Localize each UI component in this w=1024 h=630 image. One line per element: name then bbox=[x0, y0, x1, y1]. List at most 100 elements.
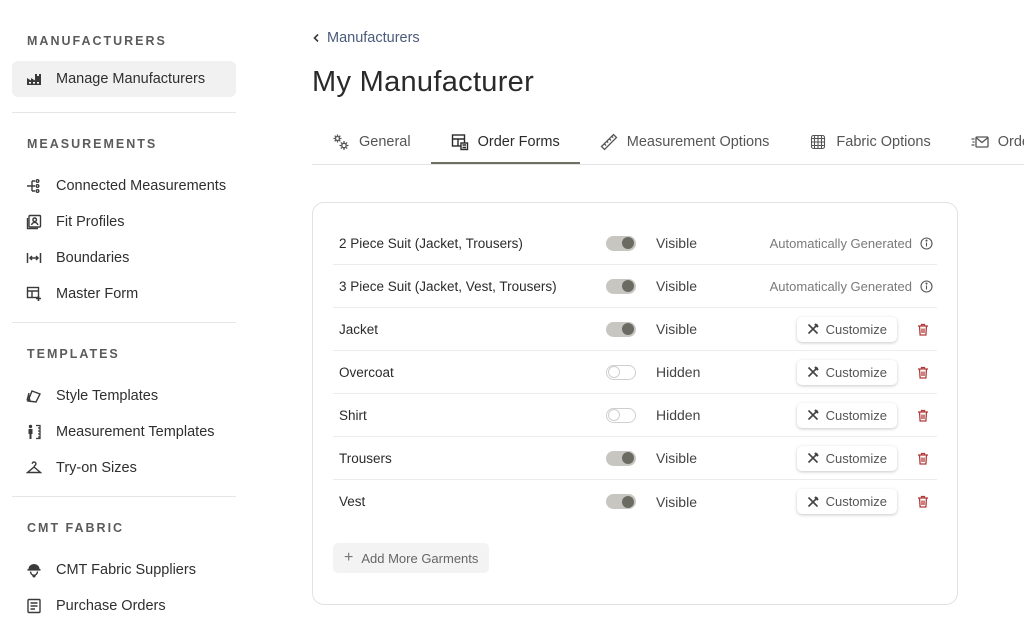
tab-measurement-options[interactable]: Measurement Options bbox=[580, 120, 790, 164]
tools-icon bbox=[807, 366, 819, 378]
auto-generated-note: Automatically Generated bbox=[770, 236, 933, 251]
trash-icon[interactable] bbox=[917, 409, 929, 422]
tree-connect-icon bbox=[26, 178, 42, 194]
tab-label: Order Forms bbox=[477, 134, 560, 150]
visibility-toggle[interactable] bbox=[606, 450, 636, 466]
tab-label: Order Se bbox=[997, 134, 1024, 150]
visibility-status: Visible bbox=[656, 450, 697, 466]
sidebar-item-fit-profiles[interactable]: Fit Profiles bbox=[12, 204, 236, 240]
sidebar-item-measurement-templates[interactable]: Measurement Templates bbox=[12, 414, 236, 450]
sidebar-item-cmt-fabric-suppliers[interactable]: CMT Fabric Suppliers bbox=[12, 552, 236, 588]
profile-card-icon bbox=[26, 214, 42, 230]
customize-label: Customize bbox=[825, 407, 887, 423]
ruler-icon bbox=[600, 133, 618, 151]
visibility-status: Hidden bbox=[656, 407, 701, 423]
table-row: Jacket Visible Customize bbox=[333, 308, 937, 351]
table-row: Vest Visible Customize bbox=[333, 480, 937, 523]
garment-name: 2 Piece Suit (Jacket, Trousers) bbox=[339, 235, 523, 251]
tab-order-forms[interactable]: Order Forms bbox=[430, 120, 580, 164]
toggle-knob bbox=[608, 366, 620, 378]
trash-icon[interactable] bbox=[917, 366, 929, 379]
tab-general[interactable]: General bbox=[312, 120, 431, 164]
sidebar-item-label: Fit Profiles bbox=[56, 214, 125, 230]
plus-icon: + bbox=[344, 549, 354, 566]
hanger-icon bbox=[26, 460, 42, 476]
sidebar-item-label: Master Form bbox=[56, 286, 139, 302]
sidebar-item-try-on-sizes[interactable]: Try-on Sizes bbox=[12, 450, 236, 486]
form-table-icon bbox=[451, 133, 469, 151]
tools-icon bbox=[807, 409, 819, 421]
visibility-status: Visible bbox=[656, 321, 697, 337]
section-title: MANUFACTURERS bbox=[27, 34, 167, 48]
sidebar-item-boundaries[interactable]: Boundaries bbox=[12, 240, 236, 276]
info-icon[interactable] bbox=[920, 279, 933, 293]
visibility-toggle[interactable] bbox=[606, 235, 636, 251]
sidebar-item-label: CMT Fabric Suppliers bbox=[56, 562, 196, 578]
tools-icon bbox=[807, 323, 819, 335]
section-title: MEASUREMENTS bbox=[27, 137, 158, 151]
table-plus-icon bbox=[26, 286, 42, 302]
breadcrumb-label: Manufacturers bbox=[327, 30, 420, 46]
tab-label: General bbox=[359, 134, 411, 150]
tab-fabric-options[interactable]: Fabric Options bbox=[789, 120, 950, 164]
sidebar-item-connected-measurements[interactable]: Connected Measurements bbox=[12, 168, 236, 204]
supplier-icon bbox=[26, 562, 42, 578]
tab-order-settings[interactable]: Order Se bbox=[951, 120, 1024, 164]
trash-icon[interactable] bbox=[917, 323, 929, 336]
visibility-toggle[interactable] bbox=[606, 364, 636, 380]
add-more-garments-button[interactable]: + Add More Garments bbox=[333, 543, 490, 573]
tab-label: Measurement Options bbox=[626, 134, 770, 150]
visibility-status: Visible bbox=[656, 278, 697, 294]
customize-button[interactable]: Customize bbox=[796, 489, 897, 514]
auto-generated-label: Automatically Generated bbox=[769, 235, 912, 251]
toggle-knob bbox=[622, 452, 634, 464]
add-more-garments-label: Add More Garments bbox=[361, 550, 479, 566]
customize-button[interactable]: Customize bbox=[796, 316, 897, 342]
sidebar-item-label: Style Templates bbox=[56, 388, 159, 404]
table-row: Overcoat Hidden Customize bbox=[333, 351, 937, 394]
visibility-toggle[interactable] bbox=[606, 278, 636, 294]
order-forms-card: 2 Piece Suit (Jacket, Trousers) Visible … bbox=[312, 202, 958, 605]
customize-button[interactable]: Customize bbox=[796, 359, 897, 385]
visibility-status: Visible bbox=[656, 493, 697, 510]
visibility-status: Visible bbox=[656, 235, 697, 251]
section-title: TEMPLATES bbox=[27, 347, 120, 361]
table-row: 3 Piece Suit (Jacket, Vest, Trousers) Vi… bbox=[333, 265, 937, 308]
sidebar-item-master-form[interactable]: Master Form bbox=[12, 276, 236, 312]
person-ruler-icon bbox=[26, 424, 42, 440]
sidebar-item-style-templates[interactable]: Style Templates bbox=[12, 378, 236, 414]
visibility-status: Hidden bbox=[656, 364, 701, 380]
auto-generated-note: Automatically Generated bbox=[770, 279, 933, 294]
garment-name: Jacket bbox=[339, 321, 379, 337]
info-icon[interactable] bbox=[920, 236, 933, 250]
visibility-toggle[interactable] bbox=[606, 407, 636, 423]
breadcrumb-back-link[interactable]: Manufacturers bbox=[312, 30, 420, 46]
trash-icon[interactable] bbox=[917, 452, 929, 465]
sidebar: MANUFACTURERS Manage Manufacturers MEASU… bbox=[0, 0, 248, 630]
sidebar-item-label: Measurement Templates bbox=[56, 424, 215, 440]
mail-list-icon bbox=[971, 133, 989, 151]
table-row: 2 Piece Suit (Jacket, Trousers) Visible … bbox=[333, 222, 937, 265]
trash-icon[interactable] bbox=[917, 495, 929, 508]
toggle-knob bbox=[622, 323, 634, 335]
visibility-toggle[interactable] bbox=[606, 494, 636, 509]
auto-generated-label: Automatically Generated bbox=[769, 278, 912, 294]
garment-name: Shirt bbox=[339, 407, 367, 423]
customize-label: Customize bbox=[825, 494, 887, 509]
width-boundary-icon bbox=[26, 250, 42, 266]
customize-label: Customize bbox=[825, 321, 887, 337]
sidebar-divider bbox=[12, 322, 236, 323]
sidebar-item-label: Connected Measurements bbox=[56, 178, 227, 194]
visibility-toggle[interactable] bbox=[606, 321, 636, 337]
garment-name: Overcoat bbox=[339, 364, 394, 380]
fabric-grid-icon bbox=[809, 133, 827, 151]
sidebar-item-manage-manufacturers[interactable]: Manage Manufacturers bbox=[12, 61, 236, 97]
sidebar-item-purchase-orders[interactable]: Purchase Orders bbox=[12, 588, 236, 624]
garment-name: Trousers bbox=[339, 450, 392, 466]
sidebar-section-manufacturers: MANUFACTURERS Manage Manufacturers bbox=[0, 34, 248, 97]
customize-button[interactable]: Customize bbox=[796, 402, 897, 428]
tools-icon bbox=[807, 495, 819, 508]
customize-button[interactable]: Customize bbox=[796, 445, 897, 471]
sidebar-section-cmt-fabric: CMT FABRIC CMT Fabric Suppliers Purchase… bbox=[0, 521, 248, 624]
customize-label: Customize bbox=[825, 450, 887, 466]
